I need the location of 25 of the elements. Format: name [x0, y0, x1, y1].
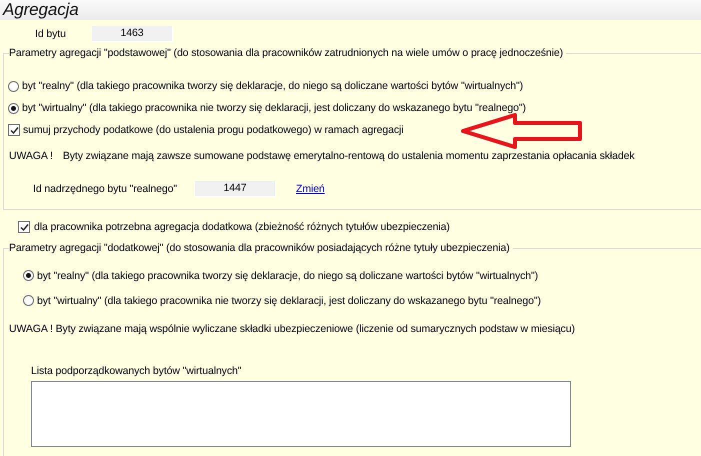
radio-label[interactable]: byt "realny" (dla takiego pracownika tworzy się deklaracje, do niego są doliczane wartości bytów "wirtualnych")	[37, 270, 538, 282]
id-field: 1463	[92, 26, 173, 42]
list-box[interactable]	[31, 381, 571, 447]
group-legend: Parametry agregacji "podstawowej" (do stosowania dla pracowników zatrudnionych na wiele umów o pracę jednocześnie)	[9, 47, 566, 59]
radio-label[interactable]: byt "realny" (dla takiego pracownika tworzy się deklaracje, do niego są doliczane wartości bytów "wirtualnych")	[22, 80, 524, 92]
warning-text: Byty związane mają zawsze sumowane podstawę emerytalno-rentową do ustalenia momentu zaprzestania opłacania składek	[62, 150, 635, 162]
parent-id-field: 1447	[195, 180, 276, 196]
window-title: Agregacja	[1, 0, 79, 20]
checkbox-label[interactable]: dla pracownika potrzebna agregacja dodatkowa (zbieżność różnych tytułów ubezpieczenia)	[34, 221, 450, 233]
warning-label: UWAGA !	[9, 150, 53, 162]
radio-button[interactable]	[23, 295, 34, 306]
group-legend: Parametry agregacji "dodatkowej" (do stosowania dla pracowników posiadających różne tytuły ubezpieczenia)	[9, 242, 513, 254]
radio-label[interactable]: byt "wirtualny" (dla takiego pracownika nie tworzy się deklaracji, jest doliczany do wskazanego bytu "realnego")	[22, 102, 526, 114]
radio-button[interactable]	[8, 80, 19, 92]
field-label: Id nadrzędnego bytu "realnego"	[33, 182, 178, 194]
field-label: Id bytu	[35, 28, 67, 40]
checkbox[interactable]	[18, 221, 30, 233]
radio-button[interactable]	[8, 102, 19, 114]
radio-button[interactable]	[23, 270, 34, 281]
radio-label[interactable]: byt "wirtualny" (dla takiego pracownika nie tworzy się deklaracji, jest doliczany do wskazanego bytu "realnego")	[37, 294, 541, 306]
checkbox[interactable]	[8, 124, 20, 136]
change-link[interactable]: Zmień	[296, 182, 325, 194]
list-label: Lista podporządkowanych bytów "wirtualnych"	[31, 365, 242, 377]
warning-text: UWAGA ! Byty związane mają wspólnie wyliczane składki ubezpieczeniowe (liczenie od sumarycznych podstaw w miesiącu)	[9, 323, 575, 335]
checkbox-label[interactable]: sumuj przychody podatkowe (do ustalenia progu podatkowego) w ramach agregacji	[23, 124, 404, 136]
